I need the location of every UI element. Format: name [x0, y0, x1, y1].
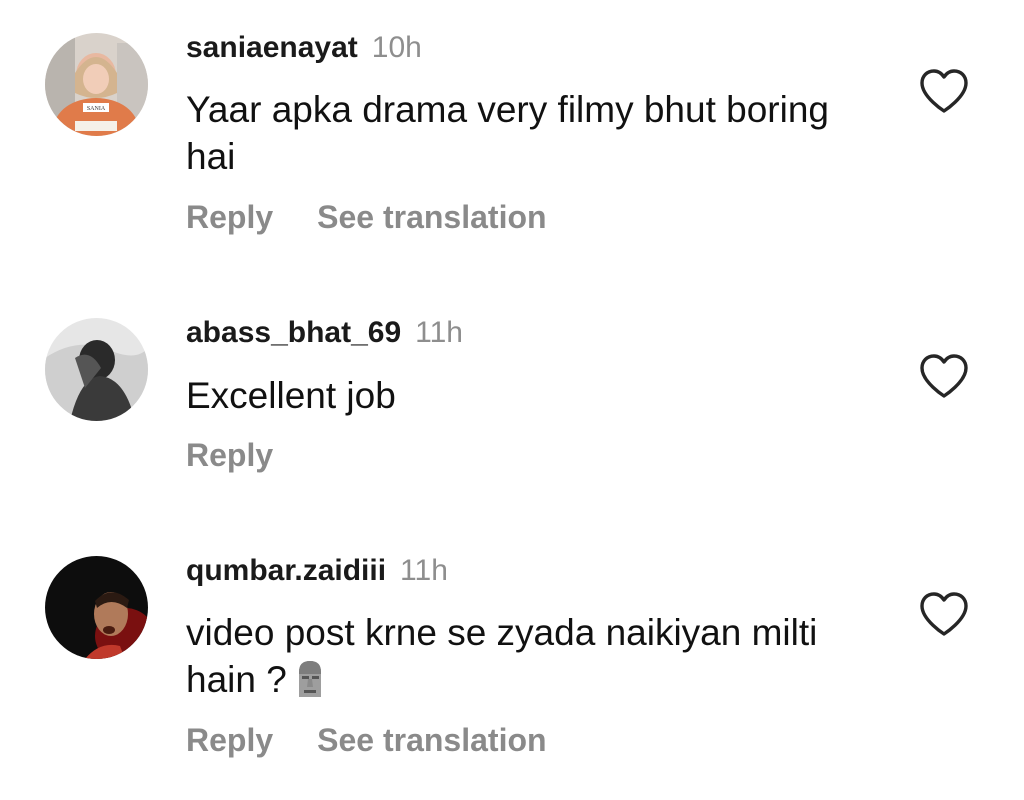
moai-emoji-icon — [293, 658, 327, 709]
like-button[interactable] — [918, 353, 970, 399]
comment-actions: Reply — [186, 437, 273, 474]
heart-outline-icon — [920, 69, 968, 113]
avatar-qumbar-zaidiii[interactable] — [45, 556, 148, 659]
reply-button[interactable]: Reply — [186, 722, 273, 758]
comment-meta: saniaenayat 10h — [186, 31, 422, 65]
reply-button[interactable]: Reply — [186, 199, 273, 235]
like-button[interactable] — [918, 591, 970, 637]
username[interactable]: abass_bhat_69 — [186, 316, 401, 349]
comment-meta: abass_bhat_69 11h — [186, 316, 463, 350]
comment-text-content: video post krne se zyada naikiyan milti … — [186, 612, 818, 700]
like-button[interactable] — [918, 68, 970, 114]
heart-outline-icon — [920, 354, 968, 398]
comment-text: Excellent job — [186, 375, 396, 416]
avatar-image — [45, 318, 148, 421]
see-translation-button[interactable]: See translation — [317, 199, 546, 235]
timestamp: 10h — [371, 31, 422, 64]
timestamp: 11h — [415, 316, 463, 349]
avatar-image: SANIA — [45, 33, 148, 136]
heart-outline-icon — [920, 592, 968, 636]
avatar-saniaenayat[interactable]: SANIA — [45, 33, 148, 136]
comment-meta: qumbar.zaidiii 11h — [186, 554, 448, 588]
username[interactable]: saniaenayat — [186, 31, 358, 64]
reply-button[interactable]: Reply — [186, 437, 273, 473]
comment-actions: Reply See translation — [186, 199, 547, 236]
see-translation-button[interactable]: See translation — [317, 722, 546, 758]
avatar-abass-bhat-69[interactable] — [45, 318, 148, 421]
comment-actions: Reply See translation — [186, 722, 547, 759]
avatar-image — [45, 556, 148, 659]
comment-text: Yaar apka drama very filmy bhut boring h… — [186, 89, 830, 177]
username[interactable]: qumbar.zaidiii — [186, 554, 386, 587]
comment-text: video post krne se zyada naikiyan milti … — [186, 609, 886, 709]
timestamp: 11h — [400, 554, 448, 587]
svg-text:SANIA: SANIA — [87, 106, 106, 112]
